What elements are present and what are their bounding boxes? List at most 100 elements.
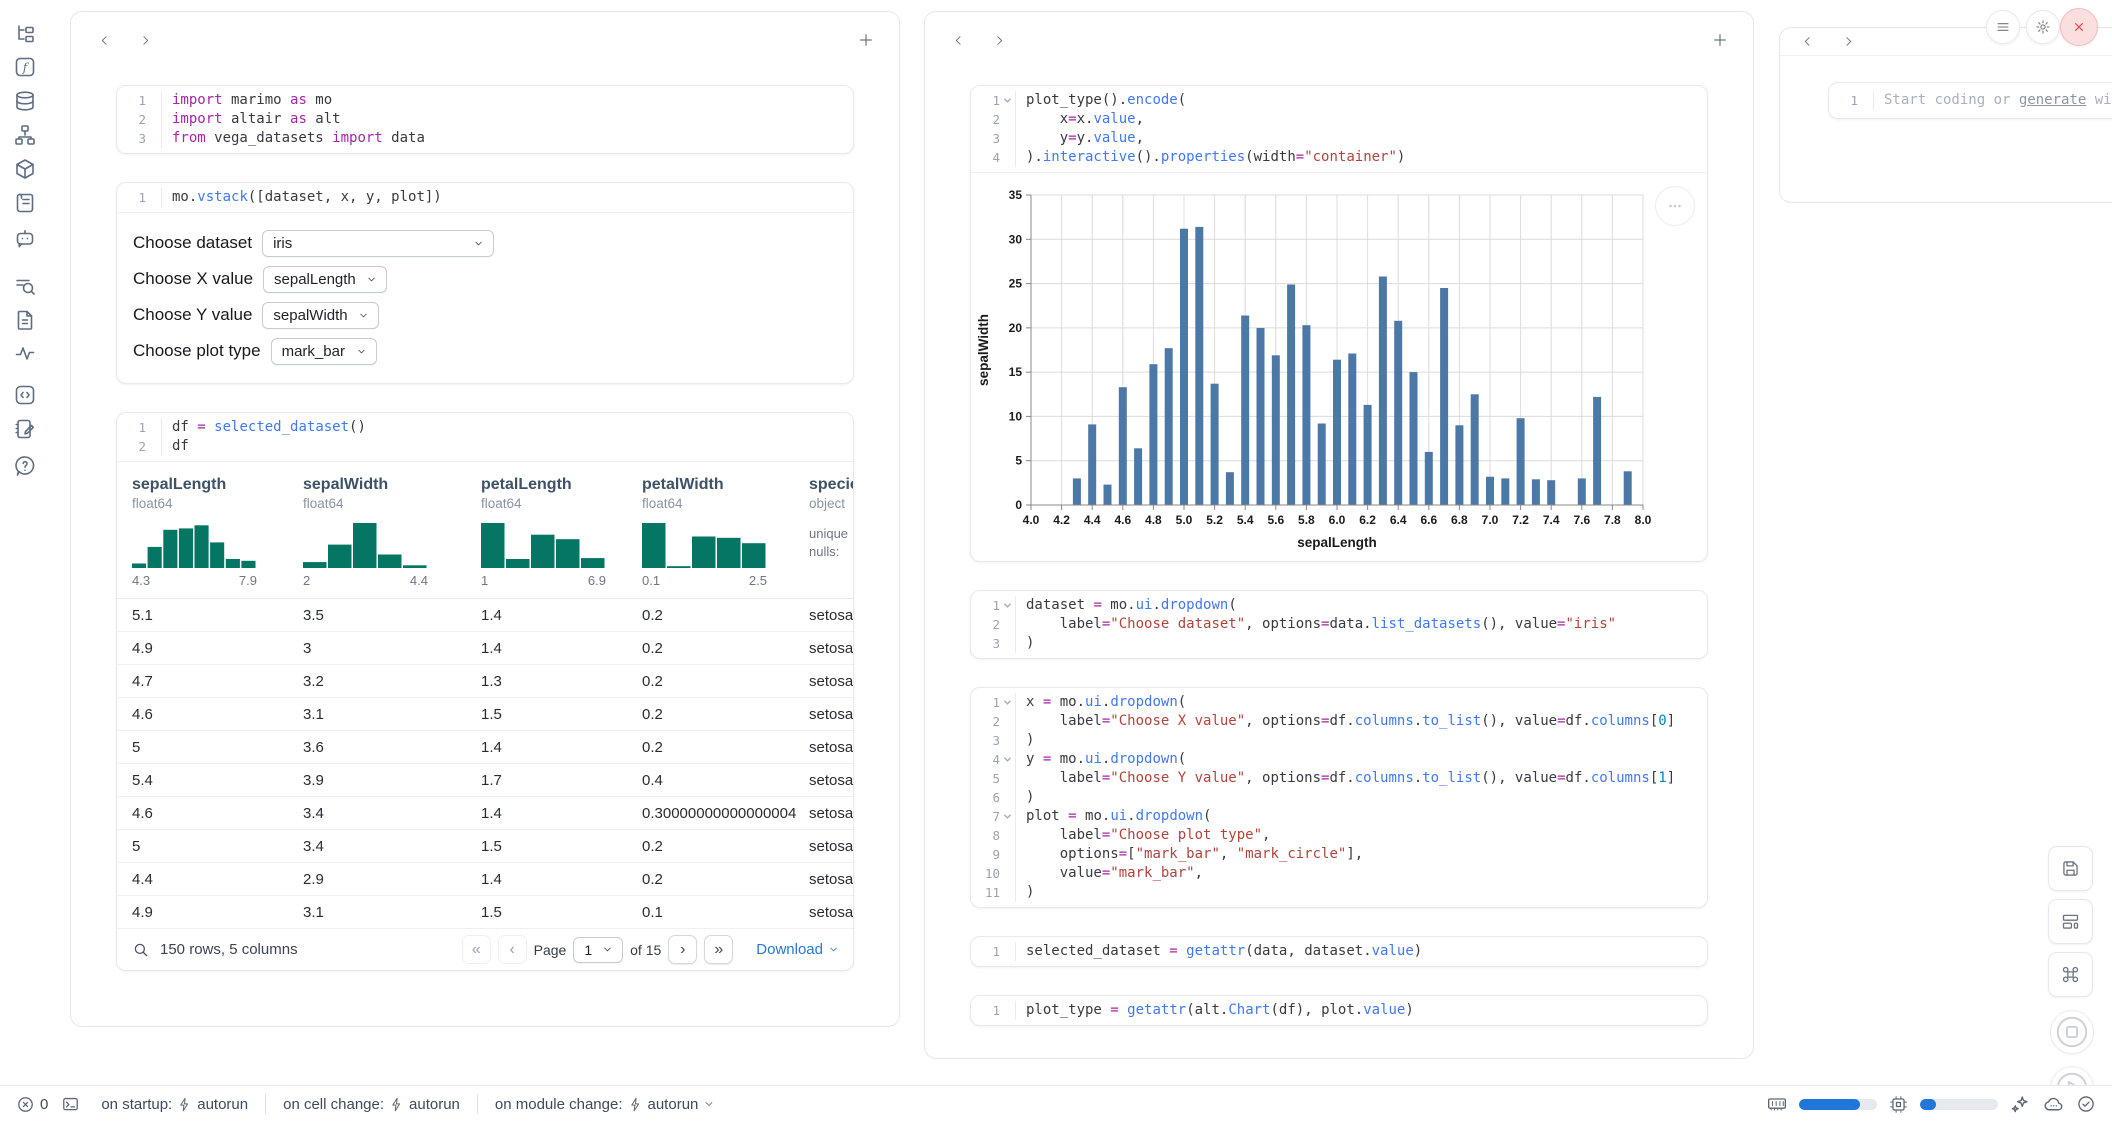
bar[interactable] [1501,478,1509,505]
table-row[interactable]: 53.41.50.2setosa [117,830,853,863]
bar[interactable] [1532,479,1540,505]
panel-prev-button[interactable] [91,27,117,53]
bar[interactable] [1364,405,1372,505]
page-select[interactable]: 1 [573,937,623,963]
cell-imports[interactable]: 1import marimo as mo2import altair as al… [116,85,854,154]
table-row[interactable]: 4.63.41.40.30000000000000004setosa [117,797,853,830]
column-header-species[interactable]: speciesobjectuniquenulls: [809,476,854,588]
code-line[interactable]: 2df [117,437,853,456]
bar[interactable] [1348,354,1356,506]
bar[interactable] [1180,229,1188,505]
code-line[interactable]: 3from vega_datasets import data [117,129,853,148]
code-line[interactable]: 4y = mo.ui.dropdown( [971,750,1707,769]
code-line[interactable]: 11) [971,883,1707,902]
bar[interactable] [1333,360,1341,505]
code-line[interactable]: 2 label="Choose X value", options=df.col… [971,712,1707,731]
code-editor[interactable]: 1import marimo as mo2import altair as al… [117,86,853,153]
bar[interactable] [1211,384,1219,505]
bar[interactable] [1517,418,1525,505]
code-editor[interactable]: 1plot_type().encode(2 x=x.value,3 y=y.va… [971,86,1707,172]
bar[interactable] [1165,348,1173,505]
code-placeholder[interactable]: Start coding or generate with AI [1873,91,2112,110]
variables-icon[interactable]: f [13,55,37,79]
download-button[interactable]: Download [756,941,839,958]
cpu-usage-bar[interactable] [1920,1099,1998,1110]
panel-prev-button[interactable] [945,27,971,53]
connection-status-button[interactable] [2076,1094,2096,1114]
bar[interactable] [1287,285,1295,506]
fold-chevron-icon[interactable] [1000,96,1015,105]
add-cell-button[interactable] [1707,27,1733,53]
bar[interactable] [1226,472,1234,505]
code-editor[interactable]: 1mo.vstack([dataset, x, y, plot]) [117,183,853,212]
table-search-icon[interactable] [132,941,150,959]
bar[interactable] [1257,328,1265,505]
table-row[interactable]: 4.63.11.50.2setosa [117,698,853,731]
code-line[interactable]: 1dataset = mo.ui.dropdown( [971,596,1707,615]
code-line[interactable]: 7plot = mo.ui.dropdown( [971,807,1707,826]
logs-icon[interactable] [13,191,37,215]
first-page-button[interactable]: « [462,935,491,964]
bar[interactable] [1302,325,1310,505]
bar[interactable] [1471,394,1479,505]
fold-chevron-icon[interactable] [1000,601,1015,610]
ai-chat-icon[interactable] [13,226,37,250]
bar[interactable] [1088,424,1096,505]
bar[interactable] [1134,448,1142,505]
code-editor[interactable]: 1plot_type = getattr(alt.Chart(df), plot… [971,996,1707,1025]
bar[interactable] [1578,478,1586,505]
packages-icon[interactable] [13,157,37,181]
bar[interactable] [1195,227,1203,505]
choose-y-value-select[interactable]: sepalWidth [262,302,378,329]
code-line[interactable]: 3) [971,731,1707,750]
bar[interactable] [1241,316,1249,506]
cell-dataset-dropdown[interactable]: 1dataset = mo.ui.dropdown(2 label="Choos… [970,590,1708,659]
choose-dataset-select[interactable]: iris [262,230,494,257]
next-page-button[interactable]: › [668,935,697,964]
last-page-button[interactable]: » [704,935,733,964]
table-row[interactable]: 4.73.21.30.2setosa [117,665,853,698]
table-row[interactable]: 53.61.40.2setosa [117,731,853,764]
code-line[interactable]: 1plot_type().encode( [971,91,1707,110]
fold-chevron-icon[interactable] [1000,698,1015,707]
code-line[interactable]: 1import marimo as mo [117,91,853,110]
code-line[interactable]: 2import altair as alt [117,110,853,129]
bar[interactable] [1272,355,1280,505]
code-line[interactable]: 3 y=y.value, [971,129,1707,148]
bar[interactable] [1104,485,1112,505]
cloud-status-button[interactable] [2043,1094,2064,1115]
code-line[interactable]: 5 label="Choose Y value", options=df.col… [971,769,1707,788]
code-line[interactable]: 2 label="Choose dataset", options=data.l… [971,615,1707,634]
error-count-badge[interactable]: 0 [16,1095,48,1114]
chart-menu-button[interactable] [1655,186,1695,226]
cell-plot[interactable]: 1plot_type().encode(2 x=x.value,3 y=y.va… [970,85,1708,562]
snippets-icon[interactable] [13,383,37,407]
cell-plot-type[interactable]: 1plot_type = getattr(alt.Chart(df), plot… [970,995,1708,1026]
file-tree-icon[interactable] [13,22,37,46]
table-row[interactable]: 5.43.91.70.4setosa [117,764,853,797]
column-header-sepalWidth[interactable]: sepalWidthfloat6424.4 [303,476,481,588]
code-line[interactable]: 1selected_dataset = getattr(data, datase… [971,942,1707,961]
layout-toggle-button[interactable] [2048,899,2093,944]
bar[interactable] [1379,277,1387,506]
bar[interactable] [1593,397,1601,505]
code-editor[interactable]: 1selected_dataset = getattr(data, datase… [971,937,1707,966]
bar[interactable] [1318,424,1326,506]
panel-prev-button[interactable] [1794,29,1820,55]
code-line[interactable]: 2 x=x.value, [971,110,1707,129]
choose-x-value-select[interactable]: sepalLength [263,266,387,293]
add-cell-button[interactable] [853,27,879,53]
cell-dataframe[interactable]: 1df = selected_dataset()2df sepalLengthf… [116,412,854,971]
generate-ai-link[interactable]: generate [2019,92,2086,108]
table-row[interactable]: 4.93.11.50.1setosa [117,896,853,929]
cell-xy-plot-dropdowns[interactable]: 1x = mo.ui.dropdown(2 label="Choose X va… [970,687,1708,908]
command-palette-button[interactable] [2048,952,2093,997]
help-icon[interactable] [13,454,37,478]
bar[interactable] [1455,425,1463,505]
column-header-sepalLength[interactable]: sepalLengthfloat644.37.9 [132,476,303,588]
terminal-button[interactable] [61,1095,80,1114]
code-editor[interactable]: 1x = mo.ui.dropdown(2 label="Choose X va… [971,688,1707,907]
bar[interactable] [1425,452,1433,505]
code-line[interactable]: 8 label="Choose plot type", [971,826,1707,845]
on-module-change-setting[interactable]: on module change: autorun [495,1096,715,1113]
